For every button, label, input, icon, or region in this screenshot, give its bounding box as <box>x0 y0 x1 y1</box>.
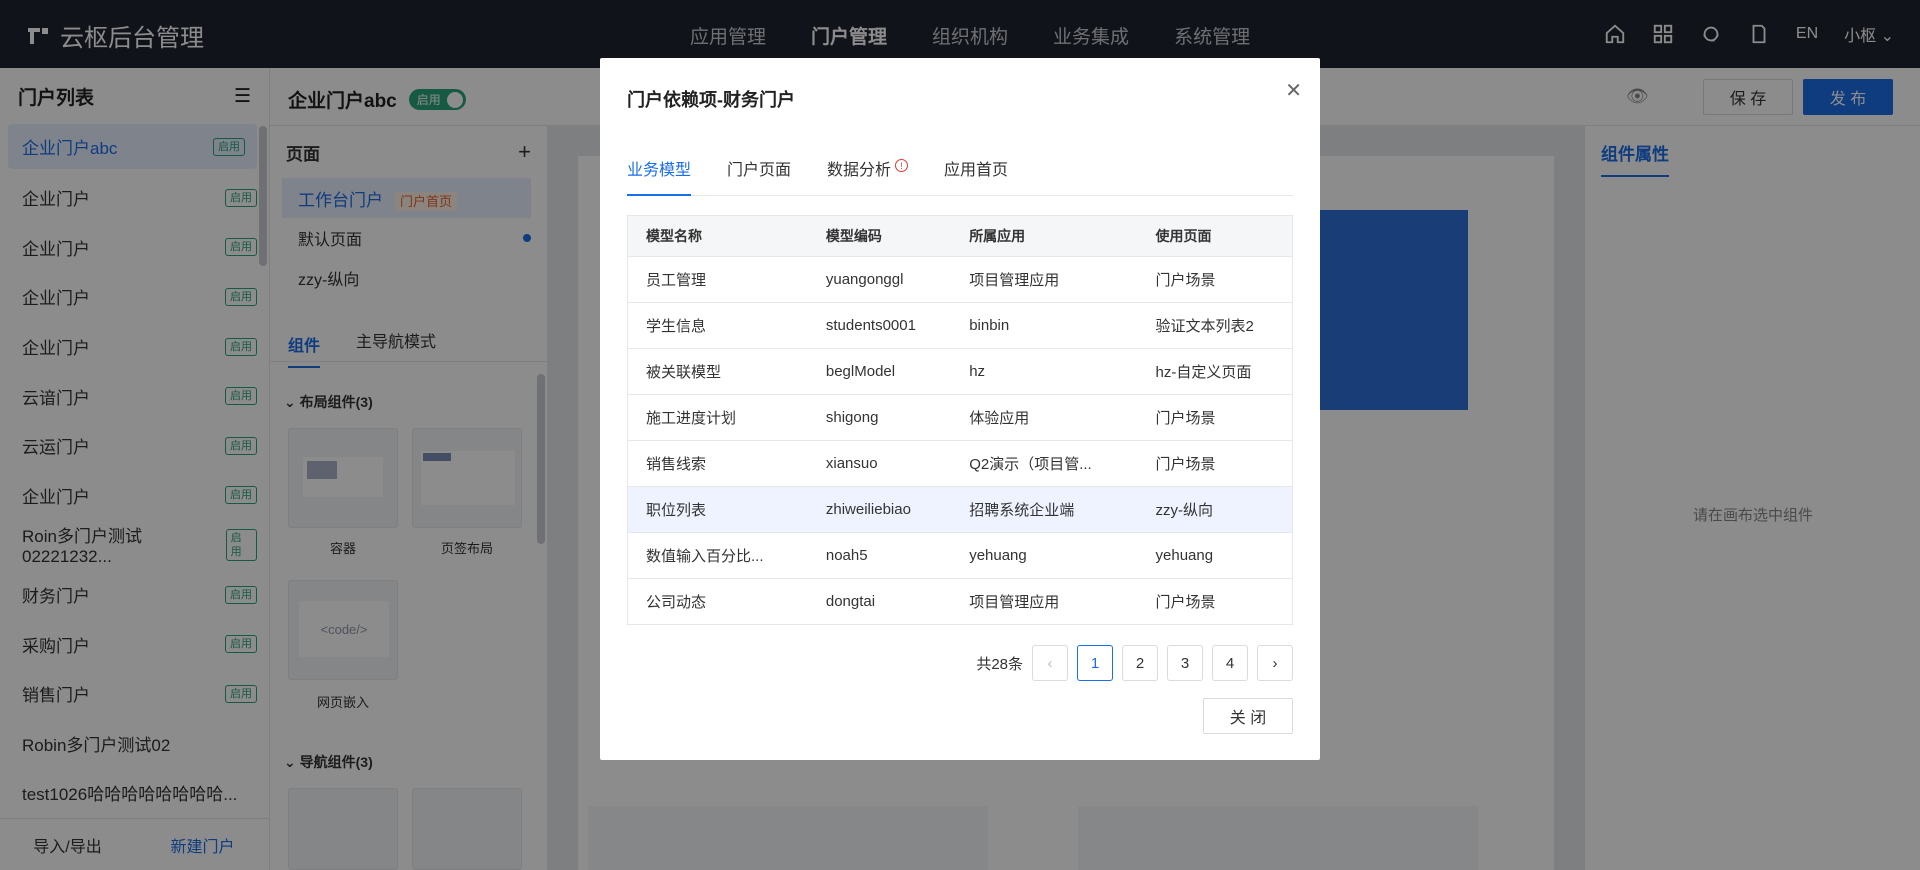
tab-label: 数据分析 <box>827 162 892 179</box>
table-cell: zhiweiliebiao <box>807 486 952 533</box>
tab-app-home[interactable]: 应用首页 <box>944 156 1008 196</box>
modal-tabs: 业务模型 门户页面 数据分析! 应用首页 <box>627 156 1293 196</box>
tab-portal-pages[interactable]: 门户页面 <box>727 156 791 196</box>
table-cell: 验证文本列表2 <box>1137 302 1293 349</box>
table-cell: 招聘系统企业端 <box>951 486 1138 533</box>
table-header-row: 模型名称 模型编码 所属应用 使用页面 <box>627 215 1293 257</box>
tab-label: 业务模型 <box>627 162 692 179</box>
table-cell: 销售线索 <box>627 440 808 487</box>
table-cell: yehuang <box>951 532 1138 579</box>
tab-data-analysis[interactable]: 数据分析! <box>827 156 909 196</box>
prev-page-icon[interactable]: ‹ <box>1032 645 1068 681</box>
page-3[interactable]: 3 <box>1167 645 1203 681</box>
close-icon[interactable]: ✕ <box>1285 78 1302 103</box>
table-cell: 施工进度计划 <box>627 394 808 441</box>
table-cell: dongtai <box>807 578 952 625</box>
page-1[interactable]: 1 <box>1077 645 1113 681</box>
table-row[interactable]: 公司动态 dongtai 项目管理应用 门户场景 <box>627 578 1293 625</box>
table-row[interactable]: 数值输入百分比... noah5 yehuang yehuang <box>627 532 1293 579</box>
table-cell: 门户场景 <box>1137 394 1293 441</box>
tab-label: 应用首页 <box>944 162 1009 179</box>
table-cell: yuangonggl <box>807 256 952 303</box>
table-cell: shigong <box>807 394 952 441</box>
table-cell: 门户场景 <box>1137 256 1293 303</box>
close-button[interactable]: 关 闭 <box>1203 698 1293 734</box>
pagination: 共28条 ‹ 1 2 3 4 › <box>976 645 1293 681</box>
table-cell: 学生信息 <box>627 302 808 349</box>
table-cell: 项目管理应用 <box>951 578 1138 625</box>
table-cell: 体验应用 <box>951 394 1138 441</box>
dependency-table: 模型名称 模型编码 所属应用 使用页面 员工管理 yuangonggl 项目管理应用… <box>627 215 1293 625</box>
table-cell: noah5 <box>807 532 952 579</box>
table-row[interactable]: 被关联模型 beglModel hz hz-自定义页面 <box>627 348 1293 395</box>
warning-icon: ! <box>895 159 909 172</box>
table-row[interactable]: 施工进度计划 shigong 体验应用 门户场景 <box>627 394 1293 441</box>
table-cell: xiansuo <box>807 440 952 487</box>
table-body: 员工管理 yuangonggl 项目管理应用 门户场景 学生信息 students0001… <box>627 256 1293 625</box>
table-cell: 门户场景 <box>1137 578 1293 625</box>
table-cell: yehuang <box>1137 532 1293 579</box>
table-cell: 项目管理应用 <box>951 256 1138 303</box>
page-2[interactable]: 2 <box>1122 645 1158 681</box>
table-cell: 公司动态 <box>627 578 808 625</box>
table-row[interactable]: 学生信息 students0001 binbin 验证文本列表2 <box>627 302 1293 349</box>
table-cell: hz <box>951 348 1138 395</box>
tab-label: 门户页面 <box>727 162 792 179</box>
table-cell: 员工管理 <box>627 256 808 303</box>
table-cell: binbin <box>951 302 1138 349</box>
next-page-icon[interactable]: › <box>1257 645 1293 681</box>
table-cell: zzy-纵向 <box>1137 486 1293 533</box>
table-row[interactable]: 员工管理 yuangonggl 项目管理应用 门户场景 <box>627 256 1293 303</box>
table-cell: students0001 <box>807 302 952 349</box>
column-header: 使用页面 <box>1137 215 1293 257</box>
dependency-modal: 门户依赖项-财务门户 ✕ 业务模型 门户页面 数据分析! 应用首页 模型名称 模… <box>600 58 1320 760</box>
table-cell: beglModel <box>807 348 952 395</box>
column-header: 模型名称 <box>627 215 808 257</box>
table-cell: Q2演示（项目管... <box>951 440 1138 487</box>
total-count: 共28条 <box>976 655 1023 673</box>
table-cell: 数值输入百分比... <box>627 532 808 579</box>
table-row[interactable]: 职位列表 zhiweiliebiao 招聘系统企业端 zzy-纵向 <box>627 486 1293 533</box>
tab-business-model[interactable]: 业务模型 <box>627 156 692 196</box>
column-header: 模型编码 <box>807 215 952 257</box>
page-4[interactable]: 4 <box>1212 645 1248 681</box>
table-row[interactable]: 销售线索 xiansuo Q2演示（项目管... 门户场景 <box>627 440 1293 487</box>
table-cell: hz-自定义页面 <box>1137 348 1293 395</box>
modal-title: 门户依赖项-财务门户 <box>627 90 795 110</box>
column-header: 所属应用 <box>951 215 1138 257</box>
table-cell: 门户场景 <box>1137 440 1293 487</box>
table-cell: 职位列表 <box>627 486 808 533</box>
table-cell: 被关联模型 <box>627 348 808 395</box>
